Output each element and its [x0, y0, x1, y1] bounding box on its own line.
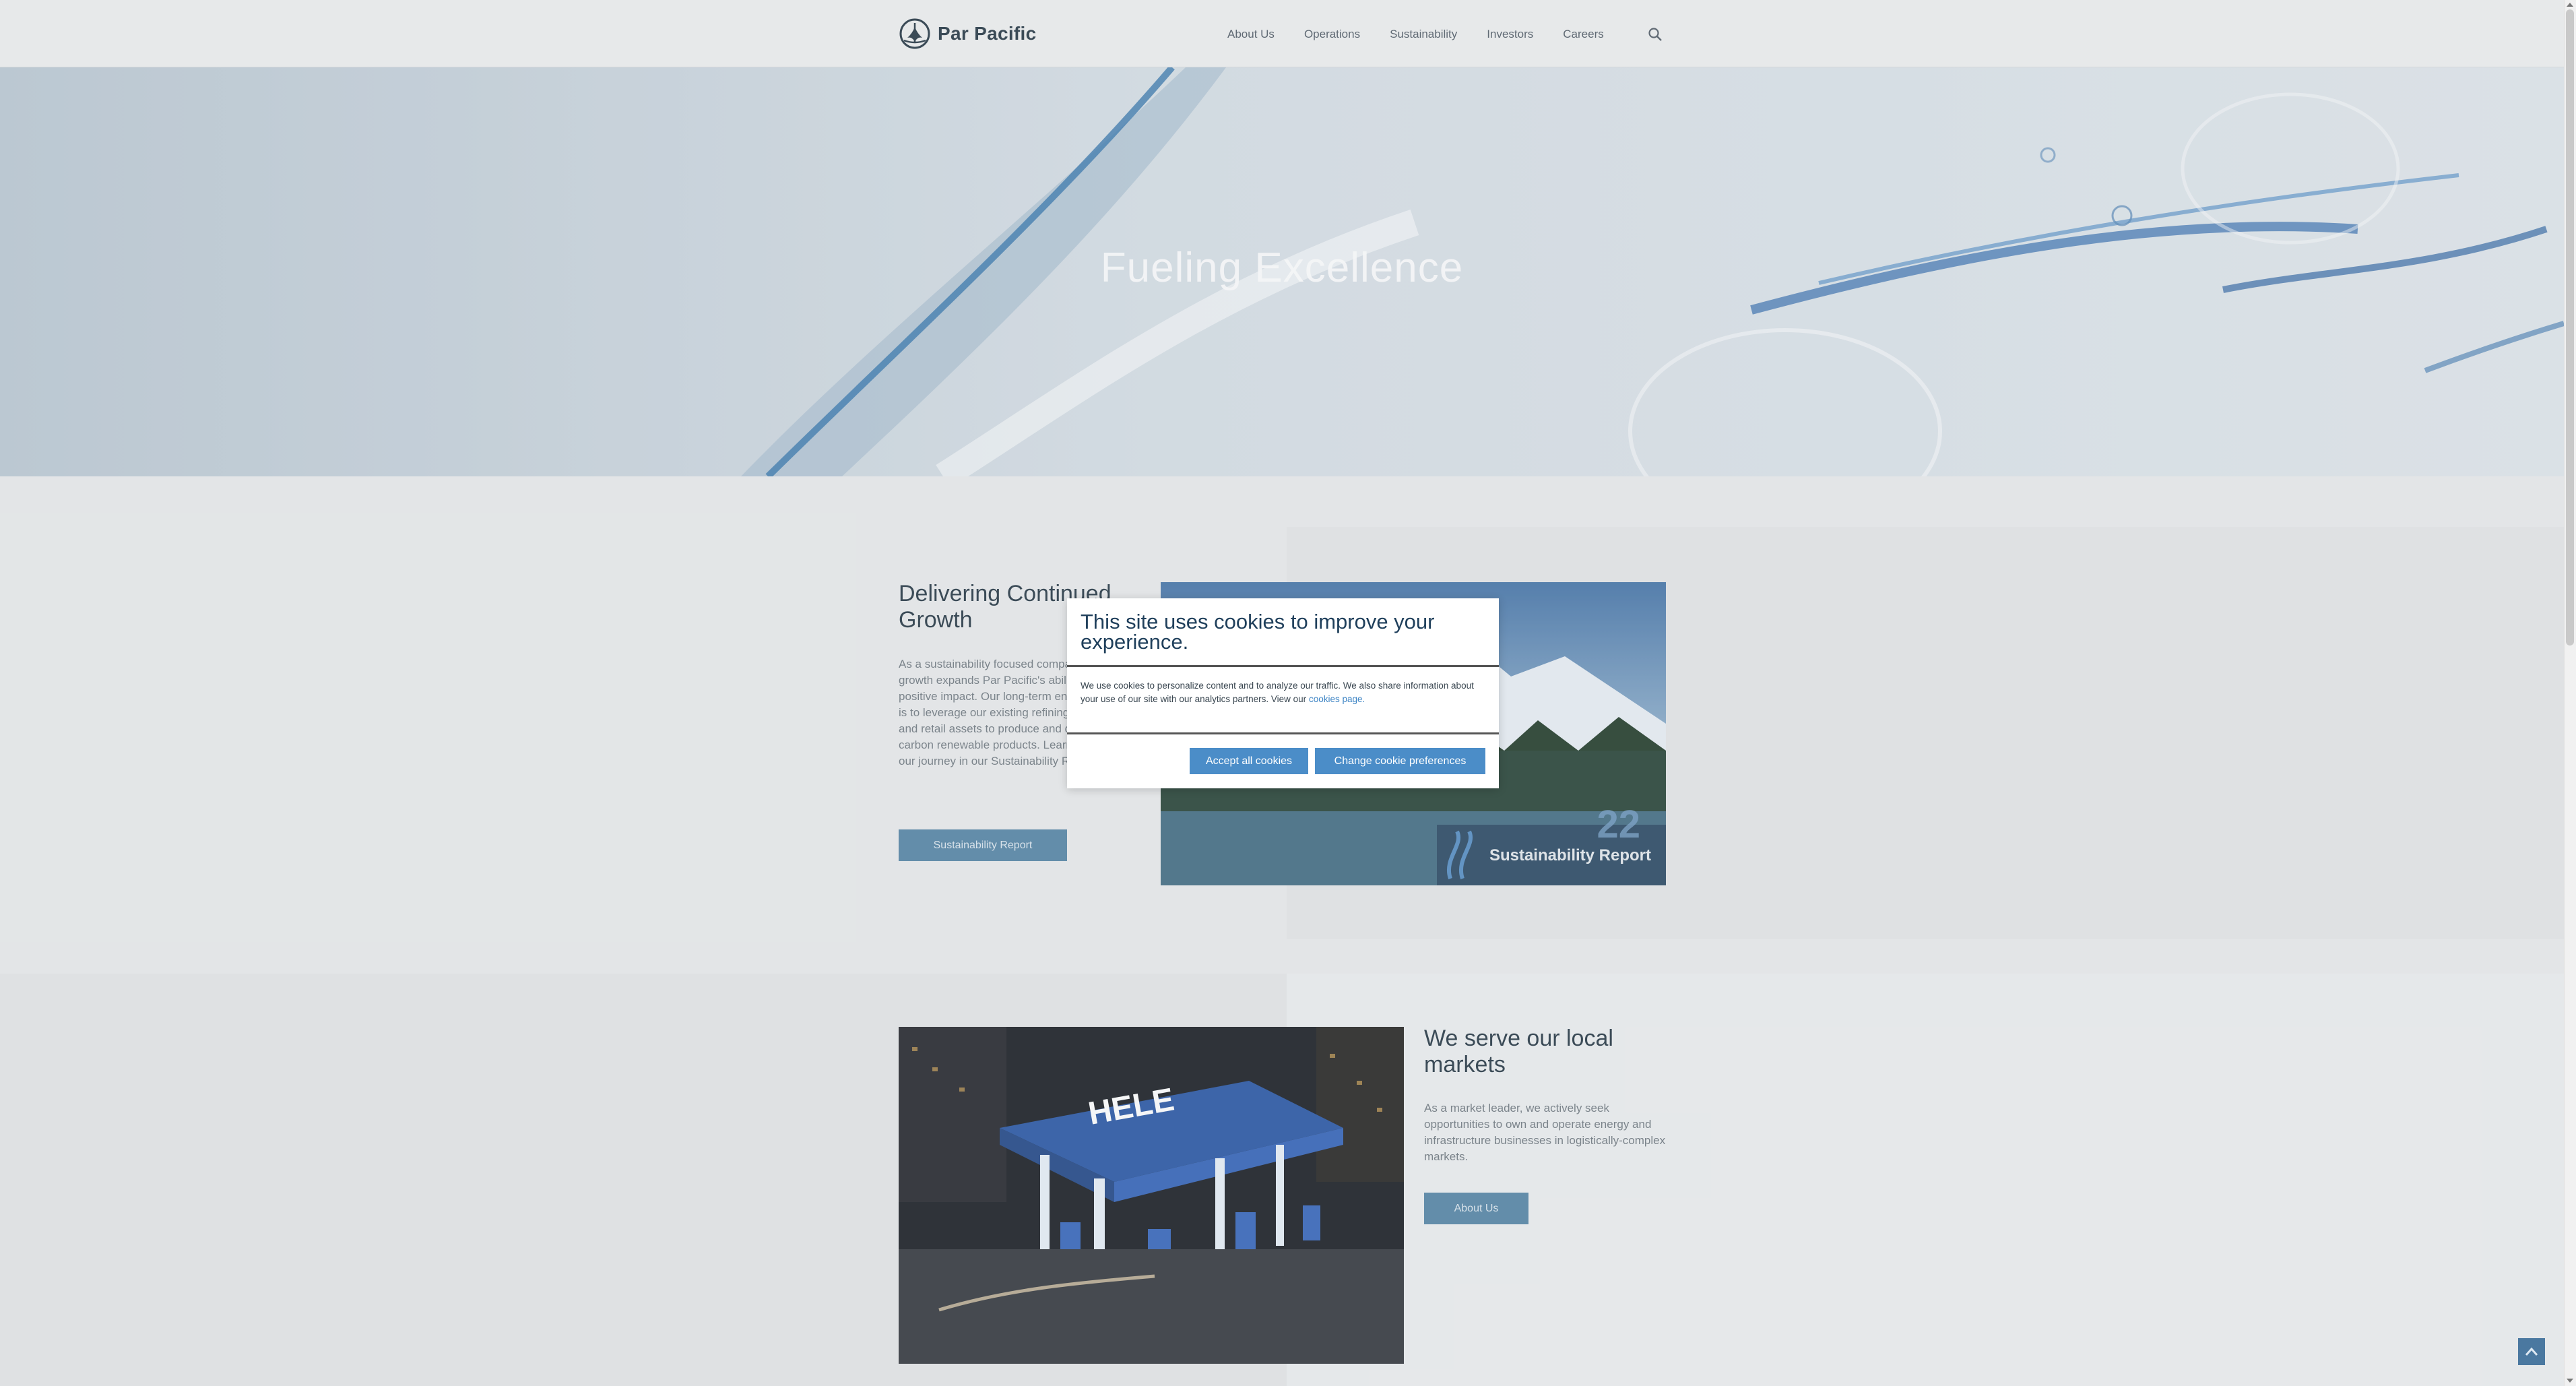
divider: [1067, 732, 1499, 734]
scroll-up-arrow-icon[interactable]: [2566, 1, 2574, 8]
cookie-dialog-text: We use cookies to personalize content an…: [1081, 679, 1485, 706]
link-suffix: .: [1362, 694, 1365, 704]
cookie-dialog-body: We use cookies to personalize content an…: [1081, 681, 1474, 704]
scrollbar-thumb[interactable]: [2566, 9, 2574, 645]
scroll-down-arrow-icon[interactable]: [2566, 1377, 2574, 1384]
cookie-dialog-title: This site uses cookies to improve your e…: [1081, 610, 1435, 654]
change-cookie-preferences-button[interactable]: Change cookie preferences: [1315, 748, 1485, 774]
accept-all-cookies-button[interactable]: Accept all cookies: [1190, 748, 1308, 774]
chevron-up-icon: [2525, 1347, 2538, 1356]
cookies-page-link[interactable]: cookies page: [1309, 694, 1363, 704]
back-to-top-button[interactable]: [2518, 1338, 2545, 1365]
divider: [1067, 665, 1499, 667]
cookie-consent-dialog: This site uses cookies to improve your e…: [1067, 598, 1499, 788]
